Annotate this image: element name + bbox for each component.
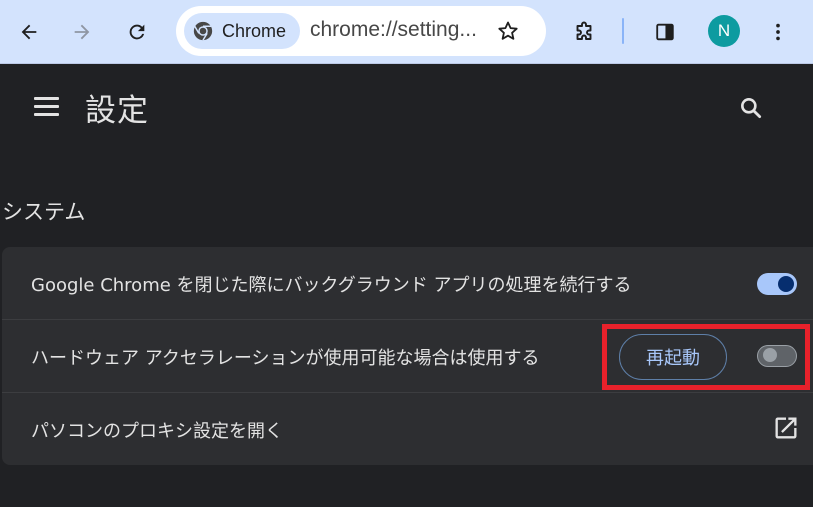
setting-row-background-apps[interactable]: Google Chrome を閉じた際にバックグラウンド アプリの処理を続行する [2,247,813,319]
forward-arrow-icon [74,24,90,40]
toolbar-separator [622,18,624,44]
open-in-new-icon[interactable] [772,414,800,442]
side-panel-icon [656,23,674,41]
forward-button[interactable] [62,12,102,52]
settings-header: 設定 [0,65,813,149]
extensions-button[interactable] [565,12,605,52]
system-settings-card: Google Chrome を閉じた際にバックグラウンド アプリの処理を続行する… [2,247,813,465]
chrome-menu-button[interactable] [758,12,798,52]
chip-label: Chrome [222,20,287,41]
relaunch-button[interactable]: 再起動 [619,334,727,380]
address-bar[interactable]: Chrome chrome://setting... [176,6,546,56]
page-title: 設定 [85,93,149,129]
toggle-knob [778,276,794,292]
setting-label: ハードウェア アクセラレーションが使用可能な場合は使用する [31,348,540,369]
setting-row-hardware-acceleration[interactable]: ハードウェア アクセラレーションが使用可能な場合は使用する 再起動 [2,319,813,391]
profile-avatar[interactable]: N [708,15,740,47]
star-icon [498,21,518,40]
back-button[interactable] [9,12,49,52]
side-panel-button[interactable] [645,12,685,52]
background-apps-toggle[interactable] [757,273,797,295]
bookmark-star-button[interactable] [492,15,524,47]
hardware-acceleration-toggle[interactable] [757,345,797,367]
reload-button[interactable] [117,12,157,52]
reload-icon [129,24,145,40]
section-title: システム [2,200,86,224]
url-text[interactable]: chrome://setting... [310,18,477,42]
browser-toolbar: Chrome chrome://setting... N [0,0,813,64]
setting-label: Google Chrome を閉じた際にバックグラウンド アプリの処理を続行する [31,275,632,296]
setting-label: パソコンのプロキシ設定を開く [31,421,283,442]
hamburger-menu-icon[interactable] [30,91,64,121]
toggle-knob [763,348,777,362]
site-info-chip[interactable]: Chrome [184,13,301,49]
more-vert-icon [776,23,780,41]
back-arrow-icon [21,24,37,40]
extensions-icon [576,21,592,40]
search-button[interactable] [734,91,768,125]
chrome-logo-icon [193,21,213,41]
setting-row-proxy[interactable]: パソコンのプロキシ設定を開く [2,392,813,464]
search-icon [741,98,762,119]
